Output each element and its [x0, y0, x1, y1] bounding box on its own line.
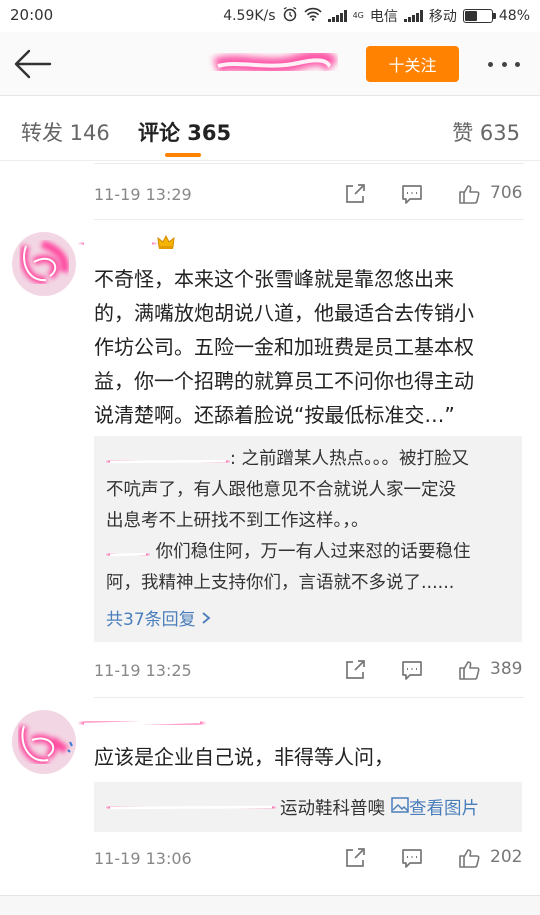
view-all-replies-link[interactable]: 共37条回复 — [106, 605, 510, 630]
view-image-label: 查看图片 — [409, 798, 479, 819]
redacted-reply-author[interactable] — [106, 797, 276, 817]
divider — [94, 163, 524, 164]
image-icon — [391, 796, 409, 818]
thumbs-up-icon[interactable] — [458, 183, 480, 205]
like-count: 202 — [490, 847, 523, 867]
battery-fill — [464, 11, 477, 21]
active-tab-indicator — [165, 153, 201, 157]
reply-item: 你们稳住阿，万一有人过来怼的话要稳住 — [106, 537, 510, 568]
redacted-reply-author[interactable] — [106, 543, 150, 561]
comment-body: 应该是企业自己说，非得等人问， — [94, 745, 394, 769]
comment-actions: 202 — [344, 843, 524, 873]
status-indicators: 4.59K/s 4G 电信 移动 48% — [223, 6, 530, 26]
avatar[interactable] — [12, 232, 76, 296]
more-options-icon[interactable] — [484, 52, 524, 76]
comment-icon[interactable] — [401, 659, 423, 681]
wifi-icon — [303, 7, 322, 25]
comment-time: 11-19 13:06 — [94, 848, 192, 868]
comment-actions: 389 — [344, 655, 524, 685]
comment-line: 说清楚啊。还舔着脸说“按最低标准交…” — [94, 403, 455, 427]
alarm-icon — [282, 6, 298, 26]
status-bar: 20:00 4.59K/s 4G 电信 移动 48% — [0, 0, 540, 32]
share-icon[interactable] — [344, 659, 366, 681]
redacted-username[interactable] — [78, 232, 158, 254]
reply-item: : 之前蹭某人热点。。。被打脸又 — [106, 444, 510, 475]
avatar[interactable] — [12, 710, 76, 774]
comment-time: 11-19 13:25 — [94, 660, 192, 680]
follow-button[interactable]: 十关注 — [366, 46, 459, 82]
reply-text: 你们稳住阿，万一有人过来怼的话要稳住 — [150, 542, 471, 562]
battery-icon — [462, 9, 496, 23]
thumbs-up-icon[interactable] — [458, 847, 480, 869]
like-count: 389 — [490, 659, 523, 679]
status-time: 20:00 — [10, 6, 54, 24]
thumbs-up-icon[interactable] — [458, 659, 480, 681]
comment-time: 11-19 13:29 — [94, 184, 192, 204]
comment-meta: 11-19 13:25 389 — [94, 655, 524, 685]
carrier-1: 电信 — [369, 9, 398, 25]
back-arrow-icon[interactable] — [12, 46, 52, 82]
comment-line: 益，你一个招聘的就算员工不问你也得主动 — [94, 369, 474, 393]
comment-actions: 706 — [344, 179, 524, 209]
share-icon[interactable] — [344, 847, 366, 869]
reply-text: 运动鞋科普噢 — [280, 798, 385, 819]
comment-icon[interactable] — [401, 183, 423, 205]
comment-icon[interactable] — [401, 847, 423, 869]
redacted-username — [208, 48, 339, 80]
chevron-right-icon — [201, 610, 211, 630]
redacted-username[interactable] — [78, 712, 206, 734]
redacted-reply-author[interactable] — [106, 450, 230, 468]
reply-text: 不吭声了，有人跟他意见不合就说人家一定没 — [106, 480, 456, 500]
reply-text: : 之前蹭某人热点。。。被打脸又 — [230, 449, 469, 469]
tab-comments[interactable]: 评论 365 — [138, 117, 231, 147]
comment-meta: 11-19 13:29 706 — [94, 179, 524, 209]
network-speed: 4.59K/s — [223, 8, 276, 24]
reply-preview-box[interactable]: 运动鞋科普噢 查看图片 — [94, 782, 522, 832]
signal-bars-icon — [403, 10, 423, 22]
view-image-link[interactable]: 查看图片 — [391, 795, 479, 820]
comment-meta: 11-19 13:06 202 — [94, 843, 524, 873]
crown-badge-icon — [157, 234, 175, 254]
signal-bars-icon — [327, 10, 347, 22]
detail-tabs: 转发 146 评论 365 赞 635 — [0, 97, 540, 161]
share-icon[interactable] — [344, 183, 366, 205]
comment-line: 不奇怪，本来这个张雪峰就是靠忽悠出来 — [94, 267, 454, 291]
comment-line: 作坊公司。五险一金和加班费是员工基本权 — [94, 335, 474, 359]
comment-line: 的，满嘴放炮胡说八道，他最适合去传销小 — [94, 301, 474, 325]
reply-text: 阿，我精神上支持你们，言语就不多说了...... — [106, 573, 455, 593]
bottom-toolbar-edge — [0, 895, 540, 915]
network-type: 4G — [352, 11, 364, 20]
comment-body: 不奇怪，本来这个张雪峰就是靠忽悠出来 的，满嘴放炮胡说八道，他最适合去传销小 作… — [94, 262, 514, 432]
top-nav-bar: 十关注 — [0, 32, 540, 96]
view-all-replies-label: 共37条回复 — [106, 610, 196, 630]
battery-percent: 48% — [498, 8, 530, 24]
reply-preview-box[interactable]: : 之前蹭某人热点。。。被打脸又 不吭声了，有人跟他意见不合就说人家一定没 出息… — [94, 436, 522, 642]
like-count: 706 — [490, 183, 523, 203]
carrier-2: 移动 — [428, 9, 457, 25]
tab-likes[interactable]: 赞 635 — [452, 117, 520, 147]
tab-reposts[interactable]: 转发 146 — [21, 117, 110, 147]
divider — [94, 219, 524, 220]
divider — [94, 697, 524, 698]
reply-text: 出息考不上研找不到工作这样。，。 — [106, 511, 369, 531]
